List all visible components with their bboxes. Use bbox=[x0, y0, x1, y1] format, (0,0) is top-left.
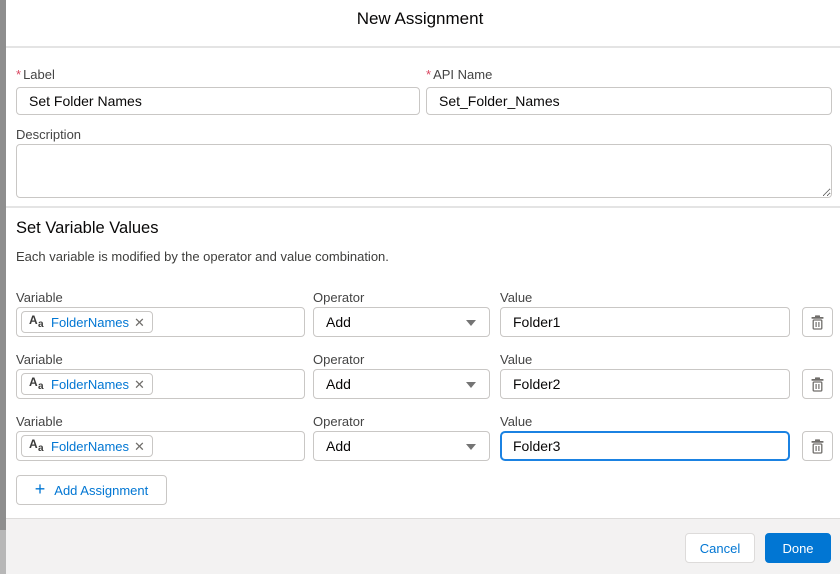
variable-pill-label: FolderNames bbox=[51, 376, 130, 392]
add-assignment-label: Add Assignment bbox=[54, 482, 149, 498]
variable-column-label: Variable bbox=[16, 290, 63, 305]
operator-select[interactable]: Add bbox=[313, 431, 490, 461]
value-column-label: Value bbox=[500, 414, 533, 429]
svg-text:A: A bbox=[29, 437, 38, 451]
text-type-icon: Aa bbox=[29, 437, 46, 456]
description-field-label: Description bbox=[16, 127, 82, 142]
canvas-backdrop-strip-lower bbox=[0, 530, 6, 574]
api-name-input[interactable] bbox=[426, 87, 832, 115]
svg-text:a: a bbox=[38, 443, 44, 451]
cancel-button[interactable]: Cancel bbox=[685, 533, 755, 563]
add-assignment-button[interactable]: + Add Assignment bbox=[16, 475, 167, 505]
delete-row-button[interactable] bbox=[802, 307, 833, 337]
value-column-label: Value bbox=[500, 352, 533, 367]
operator-selected-value: Add bbox=[326, 438, 351, 454]
required-asterisk: * bbox=[426, 67, 432, 82]
variable-pill[interactable]: Aa FolderNames ✕ bbox=[21, 373, 153, 395]
delete-row-button[interactable] bbox=[802, 431, 833, 461]
canvas-backdrop-strip bbox=[0, 0, 6, 530]
delete-row-button[interactable] bbox=[802, 369, 833, 399]
chevron-down-icon bbox=[466, 382, 476, 388]
operator-column-label: Operator bbox=[313, 352, 365, 367]
operator-column-label: Operator bbox=[313, 414, 365, 429]
variable-pill[interactable]: Aa FolderNames ✕ bbox=[21, 435, 153, 457]
variable-input[interactable]: Aa FolderNames ✕ bbox=[16, 431, 305, 461]
variable-input[interactable]: Aa FolderNames ✕ bbox=[16, 369, 305, 399]
section-divider bbox=[6, 206, 840, 208]
trash-icon bbox=[811, 438, 824, 454]
svg-text:a: a bbox=[38, 381, 44, 389]
variable-input[interactable]: Aa FolderNames ✕ bbox=[16, 307, 305, 337]
value-input[interactable] bbox=[500, 307, 790, 337]
section-subheading: Each variable is modified by the operato… bbox=[16, 249, 389, 264]
api-name-field-label: * API Name bbox=[426, 67, 493, 82]
modal-title: New Assignment bbox=[356, 9, 484, 28]
chevron-down-icon bbox=[466, 320, 476, 326]
remove-pill-icon[interactable]: ✕ bbox=[134, 378, 145, 391]
variable-pill-label: FolderNames bbox=[51, 314, 130, 330]
variable-pill-label: FolderNames bbox=[51, 438, 130, 454]
section-heading: Set Variable Values bbox=[16, 219, 159, 237]
operator-select[interactable]: Add bbox=[313, 369, 490, 399]
operator-select[interactable]: Add bbox=[313, 307, 490, 337]
done-button[interactable]: Done bbox=[765, 533, 831, 563]
value-input[interactable] bbox=[500, 369, 790, 399]
variable-column-label: Variable bbox=[16, 414, 63, 429]
text-type-icon: Aa bbox=[29, 375, 46, 394]
trash-icon bbox=[811, 376, 824, 392]
svg-text:A: A bbox=[29, 313, 38, 327]
remove-pill-icon[interactable]: ✕ bbox=[134, 316, 145, 329]
label-input[interactable] bbox=[16, 87, 420, 115]
operator-selected-value: Add bbox=[326, 314, 351, 330]
trash-icon bbox=[811, 314, 824, 330]
value-column-label: Value bbox=[500, 290, 533, 305]
variable-column-label: Variable bbox=[16, 352, 63, 367]
operator-column-label: Operator bbox=[313, 290, 365, 305]
text-type-icon: Aa bbox=[29, 313, 46, 332]
description-textarea[interactable] bbox=[16, 144, 832, 198]
remove-pill-icon[interactable]: ✕ bbox=[134, 440, 145, 453]
required-asterisk: * bbox=[16, 67, 22, 82]
operator-selected-value: Add bbox=[326, 376, 351, 392]
header-divider bbox=[6, 46, 840, 48]
svg-text:a: a bbox=[38, 319, 44, 327]
svg-text:A: A bbox=[29, 375, 38, 389]
modal-footer: Cancel Done bbox=[0, 518, 840, 574]
value-input-focused[interactable] bbox=[500, 431, 790, 461]
plus-icon: + bbox=[34, 478, 46, 499]
chevron-down-icon bbox=[466, 444, 476, 450]
label-field-label: * Label bbox=[16, 67, 55, 82]
variable-pill[interactable]: Aa FolderNames ✕ bbox=[21, 311, 153, 333]
